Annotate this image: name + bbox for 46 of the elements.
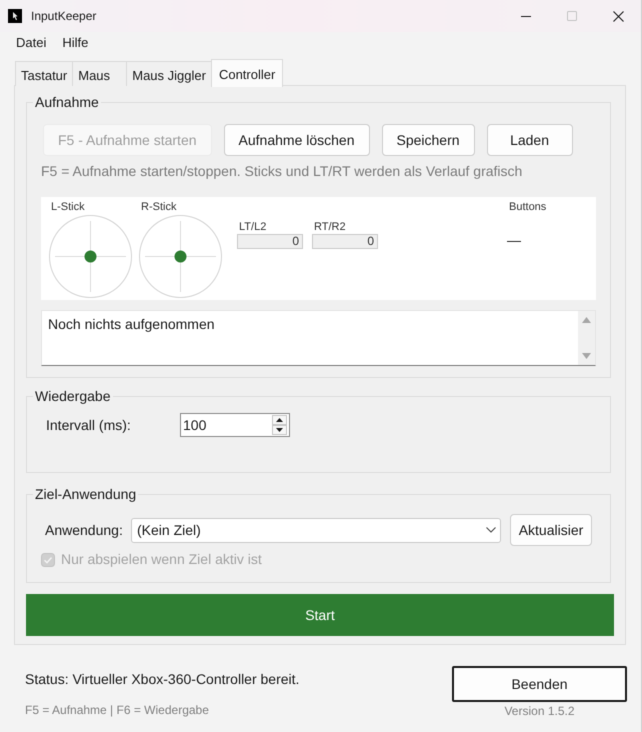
field-label: Anwendung: xyxy=(45,522,124,538)
refresh-button[interactable]: Aktualisier xyxy=(510,514,592,546)
up-arrow-icon xyxy=(276,418,283,422)
menu-item[interactable]: Datei xyxy=(8,34,54,52)
hint-text: F5 = Aufnahme starten/stoppen. Sticks und LT/RT werden als Verlauf grafisch xyxy=(41,163,524,180)
scroll-down-icon[interactable] xyxy=(582,353,591,359)
position-dot-icon xyxy=(84,250,96,262)
status-text: Status: Virtueller Xbox-360-Controller bereit. xyxy=(25,671,300,688)
buttons-label: Buttons xyxy=(509,201,546,214)
button[interactable]: Speichern xyxy=(382,124,475,156)
position-dot-icon xyxy=(174,250,186,262)
log-textarea[interactable]: Noch nichts aufgenommen xyxy=(41,310,596,366)
trigger-label: RT/R2 xyxy=(314,221,347,234)
scrollbar[interactable] xyxy=(578,311,595,365)
application-dropdown[interactable]: (Kein Ziel) xyxy=(131,518,501,542)
stick-label: L-Stick xyxy=(51,201,86,214)
tab[interactable]: Controller xyxy=(210,59,284,87)
tab[interactable]: Tastatur xyxy=(15,61,74,86)
interval-spinbox[interactable]: 100 xyxy=(180,413,290,437)
group-title: Wiedergabe xyxy=(34,388,112,405)
app-logo-icon xyxy=(8,9,22,23)
trigger-label: LT/L2 xyxy=(239,221,268,234)
down-arrow-icon xyxy=(276,428,283,432)
button[interactable]: Laden xyxy=(486,124,573,156)
window-title: InputKeeper xyxy=(31,9,96,23)
buttons-value: — xyxy=(507,232,521,249)
tab[interactable]: Maus xyxy=(72,61,128,86)
button[interactable]: Aufnahme löschen xyxy=(224,124,370,156)
tab[interactable]: Maus Jiggler xyxy=(126,61,212,86)
hotkeys-text: F5 = Aufnahme | F6 = Wiedergabe xyxy=(25,703,210,717)
start-button[interactable]: Start xyxy=(26,594,614,636)
close-icon[interactable] xyxy=(612,10,624,22)
menu-item[interactable]: Hilfe xyxy=(54,34,96,52)
stick-label: R-Stick xyxy=(141,201,178,214)
scroll-up-icon[interactable] xyxy=(582,317,591,323)
chevron-down-icon xyxy=(486,527,496,533)
spin-down-button[interactable] xyxy=(272,425,287,435)
group-title: Ziel-Anwendung xyxy=(34,486,138,503)
trigger-value-field: 0 xyxy=(312,234,378,249)
trigger-value-field: 0 xyxy=(237,234,303,249)
field-label: Intervall (ms): xyxy=(46,416,132,434)
checkbox-label: Nur abspielen wenn Ziel aktiv ist xyxy=(61,551,262,568)
group-title: Aufnahme xyxy=(34,94,100,111)
version-text: Version 1.5.2 xyxy=(504,704,575,718)
quit-button[interactable]: Beenden xyxy=(452,666,627,702)
spin-up-button[interactable] xyxy=(272,415,287,425)
